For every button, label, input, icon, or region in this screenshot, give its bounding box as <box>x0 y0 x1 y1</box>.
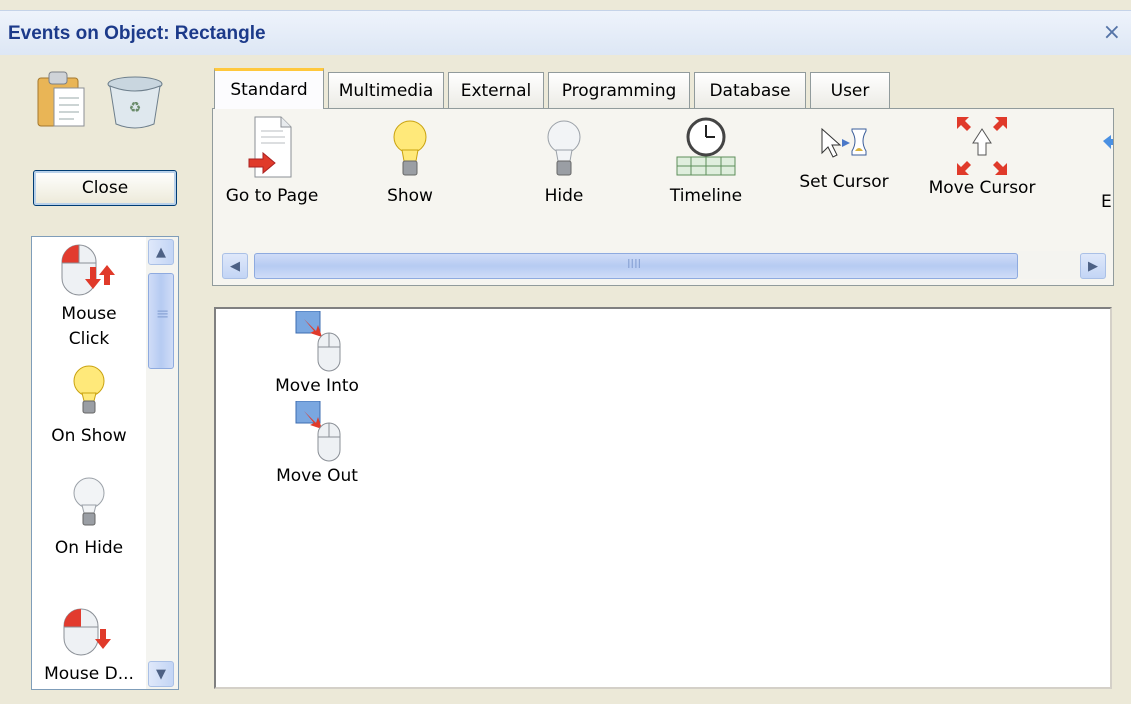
events-list[interactable]: Mouse Click On Show On Hide Mouse D... ▲… <box>31 236 179 690</box>
action-label: Hide <box>544 186 584 206</box>
tab-programming[interactable]: Programming <box>548 72 690 108</box>
close-window-icon[interactable]: × <box>1103 20 1121 45</box>
action-set-cursor[interactable]: Set Cursor <box>779 121 909 192</box>
scroll-thumb[interactable] <box>254 253 1018 279</box>
clipboard-icon[interactable] <box>36 68 88 135</box>
list-item-label: On Hide <box>54 538 124 558</box>
list-item-label: Mouse D... <box>44 664 134 684</box>
tab-database[interactable]: Database <box>694 72 806 108</box>
action-timeline[interactable]: Timeline <box>641 115 771 206</box>
go-to-page-icon <box>247 116 297 186</box>
actions-scrollbar[interactable]: ◀ ▶ <box>222 251 1106 279</box>
actions-panel: Go to Page Show Hide Timeline Set Cursor… <box>212 108 1114 286</box>
lightbulb-on-icon <box>69 365 109 424</box>
action-label: Timeline <box>669 186 743 206</box>
tab-multimedia[interactable]: Multimedia <box>328 72 444 108</box>
title-bar: Events on Object: Rectangle × <box>0 10 1131 55</box>
action-show[interactable]: Show <box>345 117 475 206</box>
list-item-mouse-down[interactable]: Mouse D... <box>32 607 146 686</box>
action-label: Go to Page <box>225 186 319 206</box>
list-item-label: Mouse Click <box>61 304 117 349</box>
tab-external[interactable]: External <box>448 72 544 108</box>
action-label: E <box>1101 192 1112 212</box>
tab-user[interactable]: User <box>810 72 890 108</box>
lightbulb-on-icon <box>390 120 430 186</box>
canvas-item-label: Move Into <box>275 376 359 396</box>
scroll-right-icon[interactable]: ▶ <box>1080 253 1106 279</box>
close-button[interactable]: Close <box>33 170 177 206</box>
list-item-mouse-click[interactable]: Mouse Click <box>32 239 146 352</box>
canvas-item-move-out[interactable]: Move Out <box>262 400 372 486</box>
action-label: Set Cursor <box>799 172 889 192</box>
scroll-thumb[interactable] <box>148 273 174 369</box>
action-partial[interactable]: E <box>1043 129 1113 212</box>
scroll-down-icon[interactable]: ▼ <box>148 661 174 687</box>
action-label: Move Cursor <box>928 178 1036 198</box>
action-go-to-page[interactable]: Go to Page <box>207 115 337 206</box>
action-label: Show <box>387 186 433 206</box>
events-list-scrollbar[interactable]: ▲ ▼ <box>146 237 178 689</box>
canvas-item-move-into[interactable]: Move Into <box>262 310 372 396</box>
action-move-cursor[interactable]: Move Cursor <box>917 113 1047 198</box>
list-item-on-show[interactable]: On Show <box>32 363 146 448</box>
list-item-label: On Show <box>51 426 127 446</box>
tab-standard[interactable]: Standard <box>214 68 324 109</box>
action-hide[interactable]: Hide <box>499 117 629 206</box>
lightbulb-off-icon <box>69 477 109 536</box>
timeline-clock-icon <box>673 117 739 186</box>
partial-icon <box>1043 135 1113 164</box>
list-item-on-hide[interactable]: On Hide <box>32 475 146 560</box>
svg-text:♻: ♻ <box>129 100 142 116</box>
recycle-bin-icon[interactable]: ♻ <box>105 74 165 135</box>
window-title: Events on Object: Rectangle <box>8 23 266 44</box>
canvas-item-label: Move Out <box>276 466 358 486</box>
lightbulb-off-icon <box>544 120 584 186</box>
mouse-down-icon <box>54 608 124 662</box>
scroll-left-icon[interactable]: ◀ <box>222 253 248 279</box>
scroll-up-icon[interactable]: ▲ <box>148 239 174 265</box>
events-canvas[interactable]: Move Into Move Out <box>214 307 1112 689</box>
